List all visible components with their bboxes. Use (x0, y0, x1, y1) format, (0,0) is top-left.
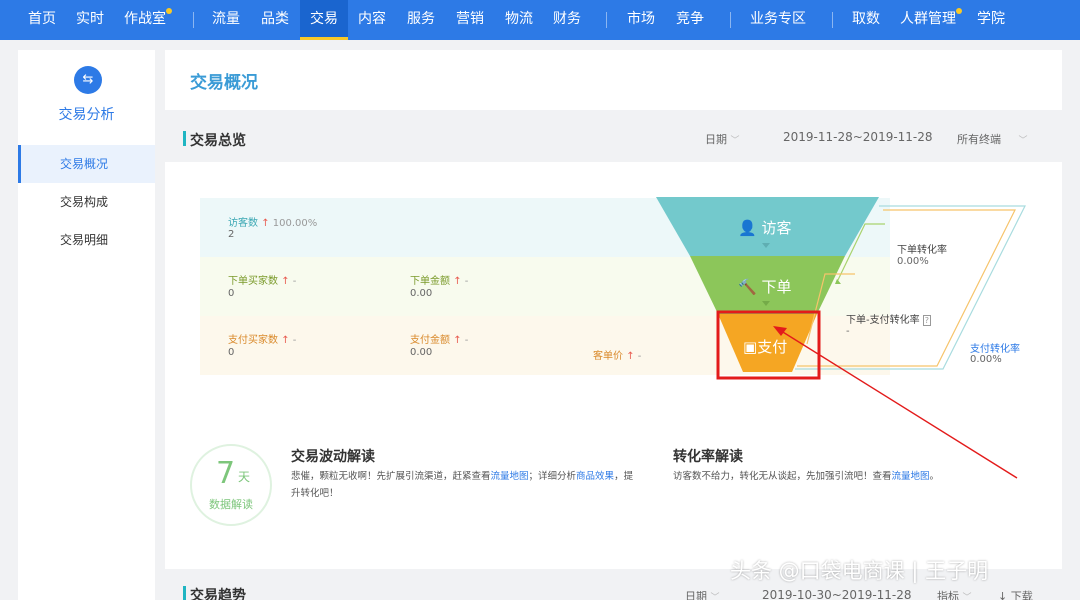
wallet-icon: ▣ (743, 338, 758, 356)
overview-title: 交易总览 (183, 130, 246, 150)
chevron-down-icon: ﹀ (710, 593, 720, 600)
trend-date-label: 日期 (685, 590, 707, 600)
order-conv-rate-value: 0.00% (897, 256, 929, 267)
badge-number: 7 (216, 456, 236, 491)
nav-data-fetch[interactable]: 取数 (852, 0, 880, 40)
nav-competition[interactable]: 竞争 (676, 0, 704, 40)
nav-business-zone[interactable]: 业务专区 (750, 0, 806, 40)
order-pay-conv-text: 下单-支付转化率 (846, 315, 920, 326)
terminal-selector[interactable]: 所有终端 ﹀ (957, 131, 1028, 147)
terminal-label: 所有终端 (957, 133, 1001, 146)
nav-transaction[interactable]: 交易 (300, 0, 348, 40)
product-effect-link[interactable]: 商品效果 (576, 471, 614, 482)
watermark: 头条 @口袋电商课 | 王子明 (730, 559, 989, 583)
download-label: 下载 (1010, 590, 1033, 600)
nav-divider (832, 12, 833, 28)
conv-text-1: 访客数不给力，转化无从谈起，先加强引流吧！查看 (673, 471, 892, 482)
nav-divider (193, 12, 194, 28)
transaction-analysis-icon: ⇆ (74, 66, 102, 94)
nav-divider (730, 12, 731, 28)
nav-war-room[interactable]: 作战室 (124, 0, 172, 40)
funnel-label-visitor: 👤 访客 (738, 217, 791, 238)
sidebar-item-composition[interactable]: 交易构成 (18, 183, 155, 221)
date-range: 2019-11-28~2019-11-28 (783, 130, 933, 144)
overview-card: 访客数 ↑ 100.00% 2 下单买家数 ↑ - 0 下单金额 ↑ - 0.0… (165, 162, 1062, 569)
chevron-down-icon: ﹀ (962, 593, 972, 600)
badge-unit: 天 (238, 470, 251, 484)
badge-label: 数据解读 (209, 498, 253, 511)
traffic-map-link[interactable]: 流量地图 (892, 471, 930, 482)
download-icon: ↓ (998, 590, 1008, 600)
order-pay-conv-rate-label[interactable]: 下单-支付转化率 ? (846, 311, 932, 326)
nav-finance[interactable]: 财务 (553, 0, 581, 40)
nav-crowd[interactable]: 人群管理 (900, 0, 962, 40)
page-title: 交易概况 (190, 73, 258, 93)
nav-divider (606, 12, 607, 28)
user-icon: 👤 (738, 219, 757, 237)
pay-conv-rate-label: 支付转化率 (970, 344, 1020, 355)
nav-content[interactable]: 内容 (358, 0, 386, 40)
new-dot-icon (166, 8, 172, 14)
trend-date-selector[interactable]: 日期 ﹀ (685, 588, 720, 600)
nav-market[interactable]: 市场 (627, 0, 655, 40)
nav-service[interactable]: 服务 (407, 0, 435, 40)
metric-label: 指标 (937, 590, 959, 600)
wave-insight-title: 交易波动解读 (291, 449, 375, 465)
wave-text-1: 悲催，颗粒无收啊！先扩展引流渠道，赶紧查看 (291, 471, 491, 482)
help-icon[interactable]: ? (922, 315, 932, 326)
nav-academy[interactable]: 学院 (977, 0, 1005, 40)
gavel-icon: 🔨 (738, 278, 757, 296)
order-pay-conv-rate-value: - (846, 326, 850, 337)
metric-selector[interactable]: 指标 ﹀ (937, 588, 972, 600)
sidebar-item-overview[interactable]: 交易概况 (18, 145, 155, 183)
top-nav: 首页 实时 作战室 流量 品类 交易 内容 服务 营销 物流 财务 市场 竞争 … (0, 0, 1080, 40)
conv-insight-text: 访客数不给力，转化无从谈起，先加强引流吧！查看流量地图。 (673, 468, 1053, 485)
order-conv-rate-label: 下单转化率 (897, 245, 947, 256)
nav-home[interactable]: 首页 (28, 0, 56, 40)
nav-logistics[interactable]: 物流 (505, 0, 533, 40)
funnel-label-order: 🔨 下单 (738, 276, 791, 297)
new-dot-icon (956, 8, 962, 14)
wave-text-2: ；详细分析 (528, 471, 577, 482)
conv-insight-title: 转化率解读 (673, 449, 743, 465)
nav-war-room-label: 作战室 (124, 11, 166, 27)
nav-realtime[interactable]: 实时 (76, 0, 104, 40)
nav-traffic[interactable]: 流量 (212, 0, 240, 40)
nav-category[interactable]: 品类 (261, 0, 289, 40)
conversion-funnel (656, 197, 1026, 479)
funnel-visitor-text: 访客 (761, 219, 792, 237)
seven-day-badge: 7 天 数据解读 (190, 444, 272, 526)
funnel-pay-text: 支付 (757, 338, 788, 356)
conv-text-2: 。 (929, 471, 940, 482)
page-header: 交易概况 (165, 50, 1062, 110)
sidebar-title: 交易分析 (58, 107, 115, 123)
funnel-order-text: 下单 (761, 278, 792, 296)
sidebar-item-detail[interactable]: 交易明细 (18, 221, 155, 259)
date-label: 日期 (705, 133, 727, 146)
download-button[interactable]: ↓ 下载 (998, 588, 1033, 600)
pay-conv-rate-value: 0.00% (970, 354, 1002, 365)
date-selector[interactable]: 日期 ﹀ (705, 131, 740, 147)
traffic-map-link[interactable]: 流量地图 (491, 471, 529, 482)
wave-insight-text: 悲催，颗粒无收啊！先扩展引流渠道，赶紧查看流量地图；详细分析商品效果，提升转化吧… (291, 468, 641, 502)
trend-title: 交易趋势 (183, 585, 246, 600)
trend-date-range: 2019-10-30~2019-11-28 (762, 588, 912, 600)
funnel-label-pay: ▣支付 (743, 336, 787, 357)
nav-crowd-label: 人群管理 (900, 11, 956, 27)
sidebar: ⇆ 交易分析 交易概况 交易构成 交易明细 (18, 50, 155, 600)
chevron-down-icon: ﹀ (1018, 136, 1028, 146)
chevron-down-icon: ﹀ (730, 136, 740, 146)
overview-section-bar: 交易总览 日期 ﹀ 2019-11-28~2019-11-28 所有终端 ﹀ (165, 116, 1062, 160)
nav-marketing[interactable]: 营销 (456, 0, 484, 40)
